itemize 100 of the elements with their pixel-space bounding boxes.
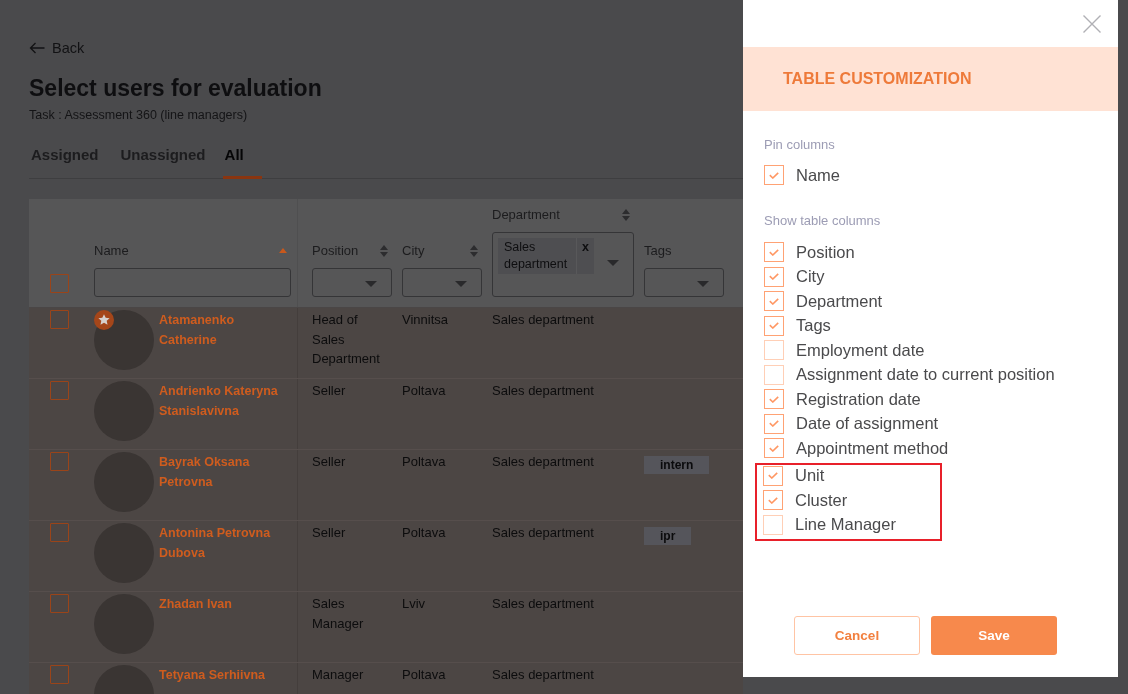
checkbox[interactable] [764, 438, 784, 458]
checkmark-icon [769, 420, 779, 427]
save-button[interactable]: Save [931, 616, 1057, 655]
row-checkbox[interactable] [50, 523, 69, 542]
caret-down-icon [697, 281, 709, 287]
row-checkbox[interactable] [50, 381, 69, 400]
user-name-link[interactable]: Bayrak Oksana Petrovna [159, 452, 291, 492]
caret-down-icon [607, 260, 619, 266]
row-checkbox[interactable] [50, 452, 69, 471]
user-name-link[interactable]: Tetyana Serhiivna [159, 665, 291, 685]
option-label[interactable]: Cluster [795, 490, 848, 510]
cancel-button[interactable]: Cancel [794, 616, 920, 655]
checkmark-icon [769, 395, 779, 403]
user-name-link[interactable]: Atamanenko Catherine [159, 310, 291, 350]
user-name-link[interactable]: Antonina Petrovna Dubova [159, 523, 291, 563]
chip-remove-button[interactable]: x [576, 238, 594, 274]
sort-arrows-icon[interactable] [470, 244, 478, 257]
city-cell-text: Vinnitsa [402, 311, 449, 329]
arrow-left-icon [29, 42, 45, 54]
sort-arrows-icon[interactable] [380, 244, 388, 257]
page-title: Select users for evaluation [29, 75, 322, 102]
user-name-link[interactable]: Andrienko Kateryna Stanislavivna [159, 381, 291, 421]
column-header[interactable]: City [402, 243, 482, 258]
option-label[interactable]: Line Manager [795, 515, 896, 534]
close-icon [1083, 14, 1101, 33]
checkbox[interactable] [764, 364, 784, 385]
option-label[interactable]: Employment date [796, 340, 925, 360]
option-label[interactable]: Appointment method [796, 438, 949, 458]
position-cell-text: Seller [312, 524, 347, 542]
row-checkbox[interactable] [50, 310, 69, 329]
name-filter-field[interactable] [94, 268, 291, 297]
checkmark-icon [769, 322, 779, 329]
checkbox[interactable] [764, 315, 784, 336]
option-label[interactable]: Department [796, 291, 883, 311]
option-label[interactable]: Unit [795, 466, 825, 485]
filter-select[interactable] [402, 268, 482, 297]
column-header[interactable]: Tags [644, 243, 724, 258]
filter-select[interactable] [644, 268, 724, 297]
tag: intern [644, 456, 710, 474]
row-checkbox[interactable] [50, 665, 69, 684]
checkbox[interactable] [764, 389, 784, 409]
checkmark-icon [769, 171, 779, 179]
department-cell-text: Sales department [492, 666, 595, 684]
department-cell-text: Sales department [492, 311, 595, 329]
position-cell-text: Seller [312, 382, 347, 400]
checkmark-icon [769, 444, 779, 452]
section-label: Show table columns [764, 213, 881, 228]
section-label: Pin columns [764, 137, 835, 152]
checkbox[interactable] [763, 490, 783, 510]
select-all-checkbox[interactable] [50, 274, 69, 293]
checkbox[interactable] [764, 291, 784, 311]
column-header[interactable]: Department [492, 207, 634, 222]
close-button[interactable] [1083, 14, 1101, 33]
caret-down-icon [365, 281, 377, 287]
filter-multiselect[interactable]: Sales department x [492, 232, 634, 297]
sort-arrows-icon[interactable] [622, 208, 630, 221]
option-label[interactable]: Date of assignment [796, 414, 939, 433]
position-cell-text: Sales Manager [312, 595, 365, 633]
city-cell-text: Poltava [402, 666, 447, 684]
column-header[interactable]: Name [94, 243, 291, 258]
caret-down-icon [455, 281, 467, 287]
department-cell-text: Sales department [492, 524, 595, 542]
checkmark-icon [769, 273, 779, 280]
city-cell-text: Poltava [402, 382, 447, 400]
option-label[interactable]: Position [796, 242, 855, 262]
option-label[interactable]: Assignment date to current position [796, 365, 1055, 384]
checkbox[interactable] [763, 514, 783, 535]
checkbox[interactable] [764, 413, 784, 434]
checkmark-icon [769, 248, 779, 256]
department-cell-text: Sales department [492, 453, 595, 471]
sort-up-icon[interactable] [279, 248, 287, 253]
city-cell-text: Lviv [402, 595, 427, 613]
checkbox[interactable] [764, 266, 784, 287]
checkbox[interactable] [764, 165, 784, 185]
checkmark-icon [769, 297, 779, 305]
checkbox[interactable] [764, 340, 784, 360]
user-name-link[interactable]: Zhadan Ivan [159, 594, 291, 614]
filter-select[interactable] [312, 268, 392, 297]
city-cell-text: Poltava [402, 453, 447, 471]
chip-label: Sales department [503, 239, 569, 273]
position-cell-text: Head of Sales Department [312, 311, 381, 368]
department-cell-text: Sales department [492, 595, 595, 613]
checkmark-icon [768, 496, 778, 504]
position-cell-text: Seller [312, 453, 347, 471]
checkmark-icon [768, 472, 778, 479]
checkbox[interactable] [764, 242, 784, 262]
department-cell-text: Sales department [492, 382, 595, 400]
tab[interactable]: All [222, 137, 262, 179]
tag: ipr [644, 527, 692, 545]
position-cell-text: Manager [312, 666, 365, 684]
option-label[interactable]: Tags [796, 316, 831, 335]
option-label[interactable]: City [796, 267, 825, 286]
row-checkbox[interactable] [50, 594, 69, 613]
city-cell-text: Poltava [402, 524, 447, 542]
option-label[interactable]: Registration date [796, 389, 921, 409]
option-label[interactable]: Name [796, 165, 840, 185]
checkbox[interactable] [763, 465, 783, 486]
column-header[interactable]: Position [312, 243, 392, 258]
drawer-title: TABLE CUSTOMIZATION [783, 70, 972, 88]
back-link[interactable]: Back [29, 40, 85, 56]
